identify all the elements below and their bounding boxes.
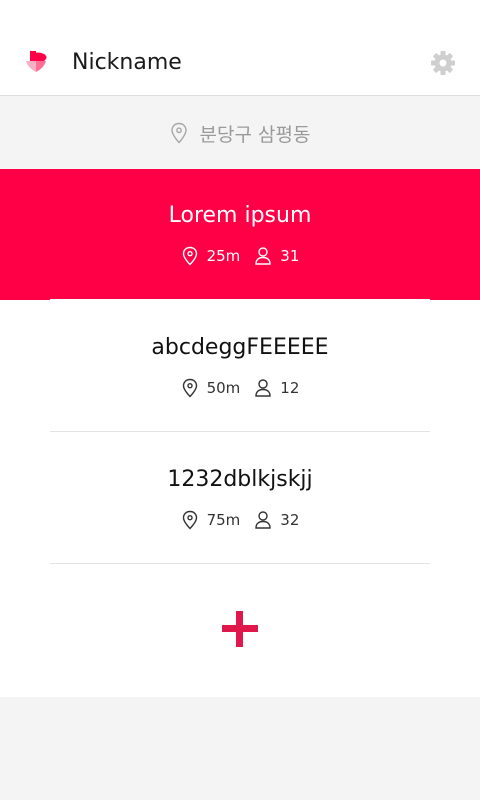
divider (50, 299, 430, 300)
person-icon (255, 511, 271, 529)
location-pin-icon (182, 246, 197, 266)
location-pin-icon (182, 378, 197, 398)
location-pin-icon (170, 122, 187, 144)
app-header: Nickname (0, 0, 480, 96)
room-members: 12 (280, 379, 300, 397)
location-bar[interactable]: 분당구 삼평동 (0, 97, 480, 169)
room-distance: 25m (206, 247, 241, 265)
divider (50, 563, 430, 564)
nickname-label[interactable]: Nickname (72, 48, 182, 78)
room-title: abcdeggFEEEEE (151, 335, 329, 360)
room-item[interactable]: abcdeggFEEEEE 50m 12 (0, 301, 480, 432)
add-room-area (0, 565, 480, 697)
location-pin-icon (182, 510, 197, 530)
divider (50, 431, 430, 432)
room-title: Lorem ipsum (168, 203, 312, 228)
room-list: Lorem ipsum 25m 31 abcdeggFEEEEE 50m 12 … (0, 169, 480, 697)
room-members: 31 (280, 247, 300, 265)
room-item[interactable]: 1232dblkjskjj 75m 32 (0, 433, 480, 564)
room-distance: 50m (206, 379, 241, 397)
room-meta: 75m 32 (0, 509, 480, 531)
person-icon (255, 247, 271, 265)
gear-icon[interactable] (430, 50, 456, 76)
room-members: 32 (280, 511, 300, 529)
heart-logo-icon[interactable] (24, 48, 50, 74)
person-icon (255, 379, 271, 397)
room-meta: 50m 12 (0, 377, 480, 399)
room-title: 1232dblkjskjj (167, 467, 313, 492)
room-item[interactable]: Lorem ipsum 25m 31 (0, 169, 480, 300)
location-text: 분당구 삼평동 (199, 123, 311, 146)
plus-icon[interactable] (222, 611, 258, 647)
room-meta: 25m 31 (0, 245, 480, 267)
room-distance: 75m (206, 511, 241, 529)
